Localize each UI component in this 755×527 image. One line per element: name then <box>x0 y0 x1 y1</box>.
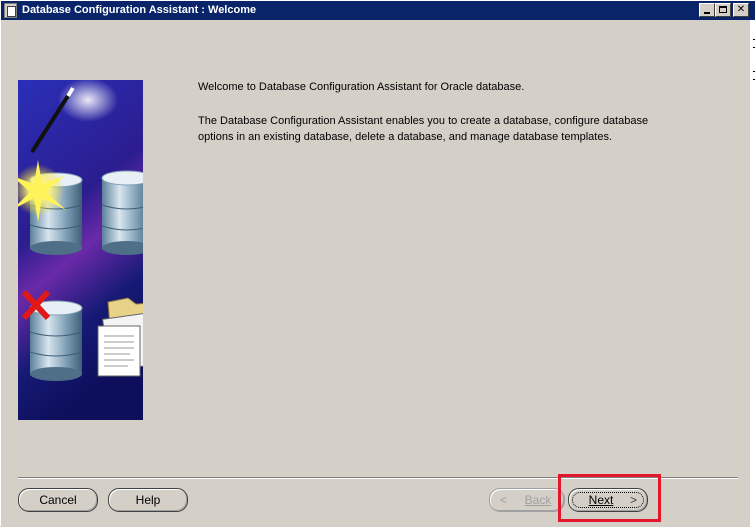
welcome-heading: Welcome to Database Configuration Assist… <box>198 81 525 93</box>
close-button[interactable]: ✕ <box>733 3 749 17</box>
cancel-button[interactable]: Cancel <box>18 488 98 512</box>
description-text: The Database Configuration Assistant ena… <box>198 113 718 145</box>
database-delete-icon <box>29 300 83 381</box>
title-bar[interactable]: Database Configuration Assistant : Welco… <box>1 1 755 20</box>
help-label: Help <box>135 493 161 507</box>
description-line: options in an existing database, delete … <box>198 131 613 143</box>
window-title: Database Configuration Assistant : Welco… <box>22 4 257 16</box>
database-configure-icon <box>101 170 143 255</box>
dialog-window: Database Configuration Assistant : Welco… <box>0 0 755 527</box>
back-label: Back <box>524 493 552 507</box>
maximize-icon <box>719 6 727 13</box>
back-button[interactable]: < Back <box>489 488 565 512</box>
maximize-button[interactable] <box>715 3 731 17</box>
window-right-edge <box>750 20 755 527</box>
welcome-illustration <box>18 80 143 420</box>
minimize-button[interactable] <box>699 3 715 17</box>
illustration-graphic <box>18 80 143 420</box>
next-highlight-box <box>558 474 661 522</box>
app-icon <box>4 3 17 18</box>
minimize-icon <box>704 12 710 14</box>
cancel-label: Cancel <box>39 493 77 507</box>
help-button[interactable]: Help <box>108 488 188 512</box>
close-icon: ✕ <box>736 4 746 15</box>
description-line: The Database Configuration Assistant ena… <box>198 115 649 127</box>
back-arrow-icon: < <box>500 493 508 507</box>
